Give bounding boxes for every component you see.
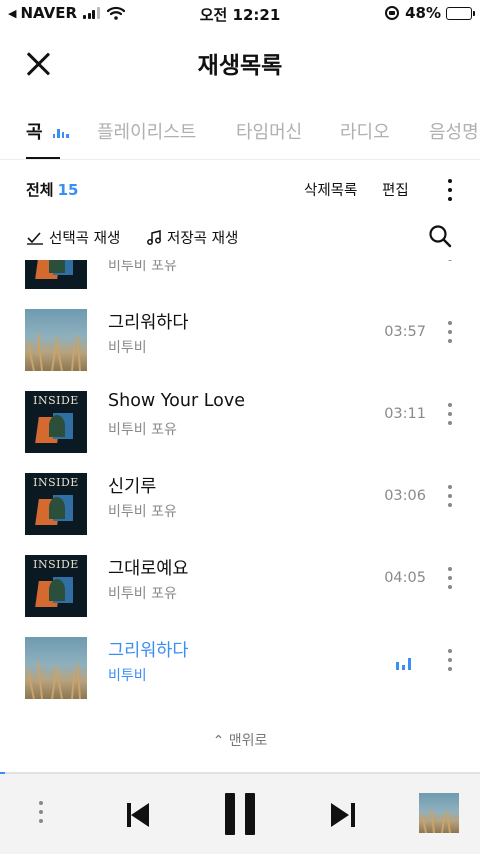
track-row-now-playing[interactable]: 그리워하다 비투비 bbox=[0, 628, 480, 708]
status-left: ◀ NAVER bbox=[8, 4, 126, 22]
rotation-lock-icon bbox=[385, 6, 400, 20]
track-artist: 비투비 포유 bbox=[108, 422, 177, 438]
album-art-title: INSIDE bbox=[33, 476, 79, 489]
active-tab-underline bbox=[26, 157, 60, 159]
track-more-icon[interactable] bbox=[444, 403, 456, 425]
total-label: 전체 bbox=[26, 181, 54, 199]
track-duration: 03:06 bbox=[384, 488, 426, 504]
track-row[interactable]: INSIDE 신기루 비투비 포유 03:06 bbox=[0, 464, 480, 546]
track-row[interactable]: INSIDE Show Your Love 비투비 포유 03:11 bbox=[0, 382, 480, 464]
playback-progress-bar[interactable] bbox=[0, 772, 480, 774]
tab-radio[interactable]: 라디오 bbox=[340, 118, 390, 144]
track-more-icon[interactable] bbox=[444, 321, 456, 343]
track-more-icon[interactable] bbox=[444, 649, 456, 671]
track-more-icon[interactable] bbox=[444, 567, 456, 589]
tab-label: 곡 bbox=[26, 122, 43, 143]
play-saved-label: 저장곡 재생 bbox=[167, 231, 239, 247]
play-selected-button[interactable]: 선택곡 재생 bbox=[26, 227, 120, 248]
album-art-title: INSIDE bbox=[33, 558, 79, 571]
track-row[interactable]: 그리워하다 비투비 03:57 bbox=[0, 300, 480, 382]
more-options-icon[interactable] bbox=[444, 179, 456, 201]
track-artist: 비투비 bbox=[108, 668, 147, 684]
track-title: Show Your Love bbox=[108, 391, 245, 411]
track-title: 신기루 bbox=[108, 477, 157, 497]
album-art: INSIDE bbox=[25, 391, 87, 453]
play-selected-label: 선택곡 재생 bbox=[49, 231, 121, 247]
chevron-up-icon: ⌃ bbox=[212, 733, 229, 749]
album-art: INSIDE bbox=[25, 555, 87, 617]
tab-songs[interactable]: 곡 bbox=[26, 118, 71, 144]
track-artist: 비투비 포유 bbox=[108, 586, 177, 602]
track-row[interactable]: INSIDE 그대로예요 비투비 포유 04:05 bbox=[0, 546, 480, 628]
scroll-to-top-label: 맨위로 bbox=[228, 733, 268, 749]
deleted-list-button[interactable]: 삭제목록 bbox=[304, 179, 357, 200]
tab-playlist[interactable]: 플레이리스트 bbox=[97, 118, 196, 144]
action-row: 선택곡 재생 저장곡 재생 bbox=[0, 220, 480, 256]
cellular-signal-icon bbox=[83, 7, 101, 19]
track-list: INSIDE 비투비 포유 그리워하다 비투비 03:57 INSIDE Sho… bbox=[0, 260, 480, 708]
track-duration: 03:57 bbox=[384, 324, 426, 340]
track-duration: 04:05 bbox=[384, 570, 426, 586]
now-playing-equalizer-icon bbox=[396, 656, 414, 670]
edit-button[interactable]: 편집 bbox=[382, 179, 409, 200]
player-menu-icon[interactable] bbox=[35, 801, 47, 823]
tab-voice-command[interactable]: 음성명령 bbox=[429, 118, 480, 144]
wifi-icon bbox=[107, 6, 126, 20]
track-artist: 비투비 포유 bbox=[108, 260, 177, 274]
scroll-to-top-button[interactable]: ⌃ 맨위로 bbox=[0, 730, 480, 750]
track-more-icon[interactable] bbox=[444, 485, 456, 507]
track-title: 그리워하다 bbox=[108, 313, 189, 333]
battery-icon bbox=[446, 6, 475, 20]
header: 재생목록 bbox=[0, 32, 480, 92]
next-track-icon[interactable] bbox=[331, 803, 355, 827]
track-row[interactable]: INSIDE 비투비 포유 bbox=[0, 260, 480, 300]
back-to-app-icon[interactable]: ◀ bbox=[8, 7, 16, 20]
tab-time-machine[interactable]: 타임머신 bbox=[236, 118, 302, 144]
playback-progress-fill bbox=[0, 772, 5, 774]
tab-bar: 곡 플레이리스트 타임머신 라디오 음성명령 bbox=[0, 100, 480, 160]
previous-track-icon[interactable] bbox=[127, 803, 151, 827]
track-artist: 비투비 포유 bbox=[108, 504, 177, 520]
search-icon[interactable] bbox=[428, 224, 452, 248]
album-art: INSIDE bbox=[25, 473, 87, 535]
carrier-name: NAVER bbox=[20, 4, 78, 22]
track-title: 그대로예요 bbox=[108, 559, 189, 579]
pause-icon[interactable] bbox=[223, 793, 257, 835]
battery-percent: 48% bbox=[405, 4, 441, 22]
track-duration: 03:11 bbox=[384, 406, 426, 422]
status-bar: ◀ NAVER 오전 12:21 48% bbox=[0, 0, 480, 28]
check-icon bbox=[27, 231, 43, 245]
now-playing-album-art[interactable] bbox=[419, 793, 459, 833]
total-count: 15 bbox=[57, 181, 79, 199]
total-count-label: 전체 15 bbox=[26, 179, 78, 200]
mini-player bbox=[0, 772, 480, 854]
play-saved-button[interactable]: 저장곡 재생 bbox=[146, 227, 238, 248]
now-playing-indicator-icon bbox=[52, 128, 71, 138]
music-note-icon bbox=[147, 229, 161, 245]
track-artist: 비투비 bbox=[108, 340, 147, 356]
page-title: 재생목록 bbox=[197, 53, 283, 79]
status-right: 48% bbox=[385, 4, 475, 22]
album-art bbox=[25, 637, 87, 699]
track-more-icon[interactable] bbox=[444, 260, 456, 261]
album-art: INSIDE bbox=[25, 260, 87, 289]
list-header: 전체 15 삭제목록 편집 bbox=[0, 170, 480, 210]
album-art-title: INSIDE bbox=[33, 394, 79, 407]
track-title: 그리워하다 bbox=[108, 641, 189, 661]
album-art bbox=[25, 309, 87, 371]
